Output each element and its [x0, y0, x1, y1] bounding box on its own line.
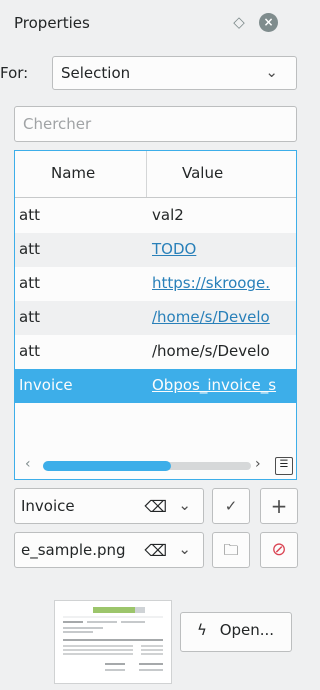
property-value-value: e_sample.png [21, 541, 126, 559]
check-icon: ✓ [224, 497, 238, 515]
property-name-value: Invoice [21, 497, 75, 515]
table-row[interactable]: att /home/s/Develo [15, 301, 296, 335]
column-header-name[interactable]: Name [51, 164, 95, 182]
chevron-left-icon[interactable]: ‹ [25, 456, 31, 472]
row-name: att [19, 274, 40, 292]
chevron-down-icon[interactable]: ⌄ [178, 540, 191, 558]
search-input[interactable]: Chercher [14, 106, 297, 142]
file-preview-thumbnail [54, 600, 172, 684]
column-chooser-icon[interactable]: ☰ [275, 457, 293, 475]
chevron-down-icon[interactable]: ⌄ [178, 496, 191, 514]
delete-icon: ⊘ [271, 539, 287, 560]
table-row[interactable]: att TODO [15, 233, 296, 267]
property-value-combo[interactable]: e_sample.png ⌫ ⌄ [14, 532, 204, 568]
properties-table: Name Value att val2 att TODO att https:/… [14, 150, 297, 480]
property-name-combo[interactable]: Invoice ⌫ ⌄ [14, 488, 204, 524]
add-property-button[interactable]: + [260, 488, 298, 524]
row-name: Invoice [19, 376, 73, 394]
invoice-preview-image [55, 601, 171, 683]
chevron-down-icon: ⌄ [265, 63, 278, 81]
open-file-button[interactable]: ϟ Open... [180, 612, 292, 652]
for-select-value: Selection [61, 64, 131, 82]
row-name: att [19, 240, 40, 258]
horizontal-scrollbar[interactable]: ‹ › ☰ [15, 453, 296, 479]
table-row[interactable]: att val2 [15, 199, 296, 233]
row-name: att [19, 308, 40, 326]
row-value: val2 [152, 206, 184, 224]
row-value-link[interactable]: https://skrooge. [152, 274, 270, 292]
select-file-button[interactable]: 🗀 [212, 532, 250, 568]
folder-icon: 🗀 [223, 541, 239, 559]
for-select[interactable]: Selection ⌄ [52, 56, 297, 90]
row-value-link[interactable]: TODO [152, 240, 196, 258]
chevron-right-icon[interactable]: › [255, 456, 261, 472]
delete-property-button[interactable]: ⊘ [260, 532, 298, 568]
clear-text-icon[interactable]: ⌫ [144, 541, 167, 560]
table-row[interactable]: att /home/s/Develo [15, 335, 296, 369]
panel-title: Properties [14, 14, 90, 32]
open-button-label: Open... [219, 621, 275, 639]
clear-text-icon[interactable]: ⌫ [144, 497, 167, 516]
apply-button[interactable]: ✓ [212, 488, 250, 524]
close-icon[interactable]: × [259, 13, 278, 32]
table-row[interactable]: att https://skrooge. [15, 267, 296, 301]
scrollbar-thumb[interactable] [43, 461, 171, 471]
float-diamond-icon[interactable]: ◇ [232, 15, 246, 30]
for-label: For: [0, 64, 29, 82]
table-header: Name Value [15, 151, 296, 198]
row-value-link[interactable]: Obpos_invoice_s [152, 376, 276, 394]
plus-icon: + [270, 494, 288, 518]
row-value: /home/s/Develo [152, 342, 270, 360]
row-name: att [19, 206, 40, 224]
row-name: att [19, 342, 40, 360]
column-header-value[interactable]: Value [182, 164, 223, 182]
lightning-icon: ϟ [197, 621, 207, 639]
row-value-link[interactable]: /home/s/Develo [152, 308, 270, 326]
table-row-selected[interactable]: Invoice Obpos_invoice_s [15, 369, 296, 403]
